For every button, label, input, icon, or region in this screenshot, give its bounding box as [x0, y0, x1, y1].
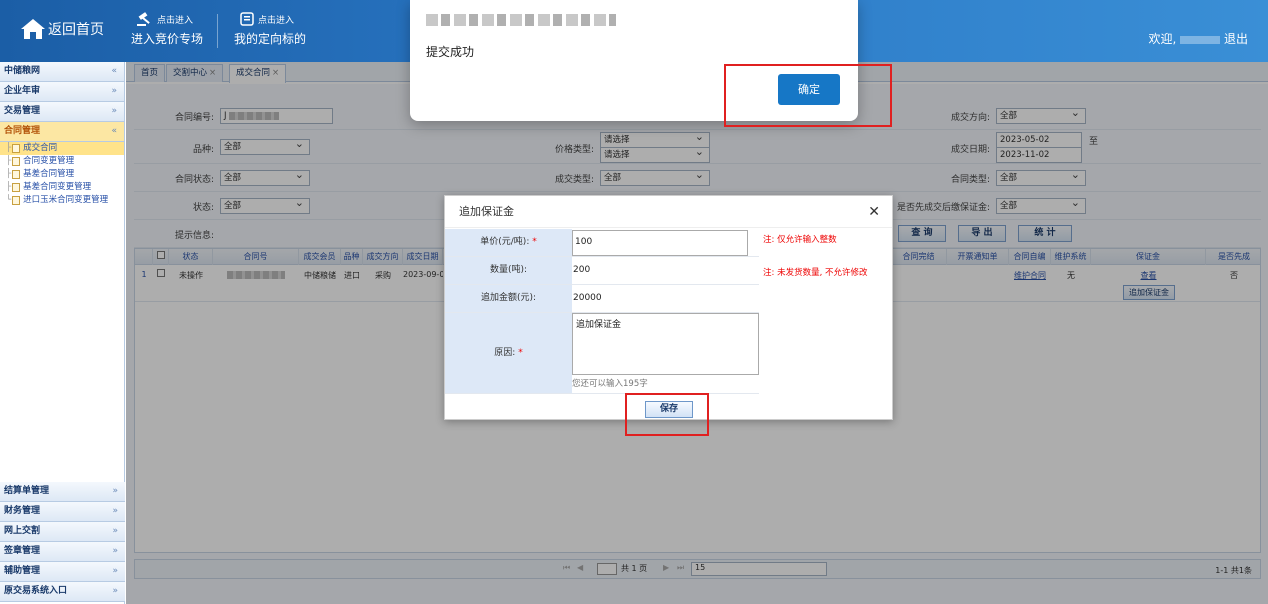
required-mark: * [532, 237, 537, 247]
bid-special-link[interactable]: 点击进入 进入竞价专场 [131, 12, 203, 47]
sidebar-subitem-deal-contract[interactable]: ├ 成交合同 [0, 142, 124, 155]
logout-link[interactable]: 退出 [1224, 32, 1248, 46]
sidebar-item-online-delivery[interactable]: 网上交割 » [0, 522, 125, 542]
sidebar-item-label: 辅助管理 [4, 566, 41, 576]
sidebar-item-label: 结算单管理 [4, 486, 50, 496]
required-mark: * [518, 348, 523, 358]
sidebar-subitem-label: 进口玉米合同变更管理 [23, 195, 109, 205]
amount-value: 20000 [573, 293, 602, 303]
sidebar-item-label: 合同管理 [4, 126, 41, 136]
sidebar-item-finance[interactable]: 财务管理 » [0, 502, 125, 522]
sidebar-item-label: 财务管理 [4, 506, 41, 516]
chevron-down-icon: » [112, 486, 118, 496]
message-text: 提交成功 [426, 45, 475, 59]
highlight-save-button [625, 393, 709, 436]
price-label: 单价(元/吨): * [445, 229, 572, 256]
sidebar-item-auxiliary[interactable]: 辅助管理 » [0, 562, 125, 582]
tree-line: └ [6, 195, 12, 205]
sidebar-subitem-basis-change[interactable]: ├ 基差合同变更管理 [0, 181, 124, 194]
dialog-title-bar: 追加保证金 ✕ [445, 196, 892, 228]
sidebar-item-label: 交易管理 [4, 106, 41, 116]
welcome-bar: 欢迎, 退出 [1149, 30, 1249, 47]
tree-line: ├ [6, 182, 12, 192]
home-label: 返回首页 [48, 22, 104, 38]
tree-line: ├ [6, 156, 12, 166]
sidebar-item-label: 原交易系统入口 [4, 586, 68, 596]
page-icon [12, 196, 21, 205]
price-row: 单价(元/吨): * 100 [445, 229, 759, 257]
sidebar-subitem-basis-contract[interactable]: ├ 基差合同管理 [0, 168, 124, 181]
price-note: 注: 仅允许输入整数 [763, 235, 837, 245]
chevron-down-icon: » [112, 526, 118, 536]
chevron-down-icon: » [112, 586, 118, 596]
chevron-down-icon: » [111, 106, 117, 116]
dialog-title: 追加保证金 [459, 205, 514, 218]
sidebar-subitem-label: 基差合同变更管理 [23, 182, 92, 192]
amount-label: 追加金额(元): [445, 285, 572, 312]
add-margin-dialog: 追加保证金 ✕ 单价(元/吨): * 100 注: 仅允许输入整数 数量(吨):… [444, 195, 893, 420]
highlight-ok-button [724, 64, 892, 127]
chevron-down-icon: » [112, 546, 118, 556]
sidebar-item-zcl[interactable]: 中储粮网 « [0, 62, 124, 82]
document-icon [240, 12, 254, 26]
reason-textarea[interactable]: 追加保证金 [572, 313, 759, 375]
sidebar-item-label: 中储粮网 [4, 66, 41, 76]
username-redacted [1180, 35, 1221, 44]
bid-special-label: 进入竞价专场 [131, 32, 204, 46]
quantity-value: 200 [573, 265, 591, 275]
home-link[interactable]: 返回首页 [20, 18, 104, 40]
sidebar-item-signature[interactable]: 签章管理 » [0, 542, 125, 562]
directed-target-label: 我的定向标的 [234, 32, 307, 46]
sidebar-item-label: 签章管理 [4, 546, 41, 556]
reason-row: 原因: * 追加保证金 您还可以输入195字 [445, 313, 759, 394]
reason-label-text: 原因: [494, 348, 516, 358]
sidebar-subitem-label: 合同变更管理 [23, 156, 75, 166]
directed-target-link[interactable]: 点击进入 我的定向标的 [234, 12, 306, 47]
chevron-up-icon: « [111, 126, 117, 136]
tree-line: ├ [6, 169, 12, 179]
price-input[interactable]: 100 [572, 230, 748, 256]
chevron-down-icon: » [112, 506, 118, 516]
message-title-redacted [426, 14, 616, 26]
close-icon[interactable]: ✕ [868, 196, 880, 228]
header-divider [217, 14, 218, 48]
quantity-row: 数量(吨): 200 [445, 257, 759, 285]
price-label-text: 单价(元/吨): [480, 237, 530, 247]
chevron-down-icon: » [111, 86, 117, 96]
directed-target-top: 点击进入 [258, 15, 295, 26]
reason-label: 原因: * [445, 313, 572, 393]
sidebar-item-settlement[interactable]: 结算单管理 » [0, 482, 125, 502]
bid-special-top: 点击进入 [157, 15, 194, 26]
sidebar-subitem-contract-change[interactable]: ├ 合同变更管理 [0, 155, 124, 168]
gavel-icon [137, 12, 150, 26]
remaining-chars: 您还可以输入195字 [572, 379, 648, 389]
sidebar-item-contract-management[interactable]: 合同管理 « [0, 122, 124, 142]
page-icon [12, 157, 21, 166]
page-icon [12, 183, 21, 192]
sidebar-item-label: 网上交割 [4, 526, 41, 536]
collapse-icon[interactable]: « [111, 62, 117, 81]
welcome-text: 欢迎, [1148, 32, 1177, 46]
chevron-down-icon: » [112, 566, 118, 576]
sidebar-subitem-import-corn[interactable]: └ 进口玉米合同变更管理 [0, 194, 124, 207]
page-icon [12, 144, 21, 153]
page-icon [12, 170, 21, 179]
quantity-note: 注: 未发货数量, 不允许修改 [763, 268, 868, 278]
tree-line: ├ [6, 143, 12, 153]
sidebar-item-legacy-system[interactable]: 原交易系统入口 » [0, 582, 125, 602]
sidebar: 中储粮网 « 企业年审 » 交易管理 » 合同管理 « ├ 成交合同 ├ 合同变… [0, 62, 125, 604]
sidebar-bottom-group: 结算单管理 » 财务管理 » 网上交割 » 签章管理 » 辅助管理 » 原交易系统入口 » [0, 482, 125, 602]
sidebar-subitem-label: 基差合同管理 [23, 169, 75, 179]
sidebar-item-annual-review[interactable]: 企业年审 » [0, 82, 124, 102]
amount-row: 追加金额(元): 20000 [445, 285, 759, 313]
sidebar-subitem-label: 成交合同 [23, 143, 58, 153]
sidebar-item-trade-management[interactable]: 交易管理 » [0, 102, 124, 122]
home-icon [21, 19, 45, 39]
sidebar-item-label: 企业年审 [4, 86, 41, 96]
quantity-label: 数量(吨): [445, 257, 572, 284]
